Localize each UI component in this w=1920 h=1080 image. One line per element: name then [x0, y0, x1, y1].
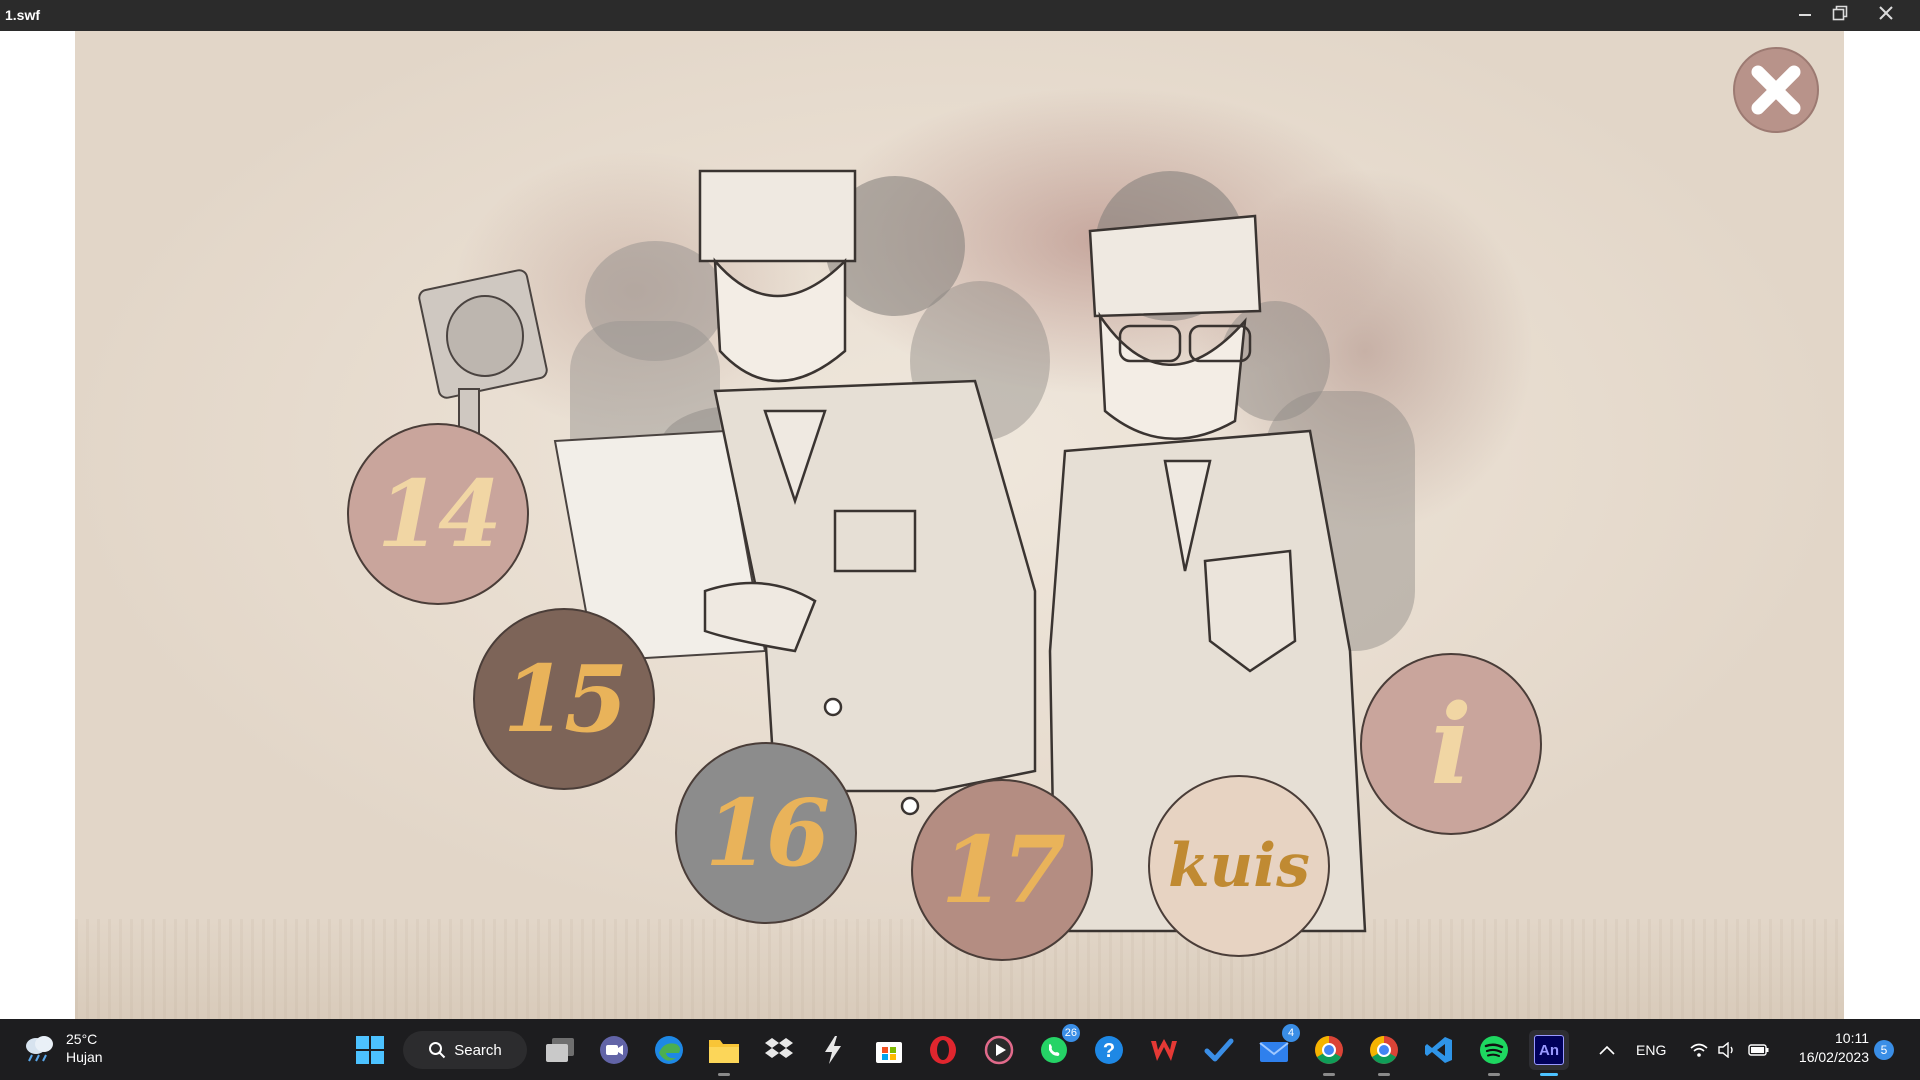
animate-button[interactable]: An: [1529, 1030, 1569, 1076]
wifi-icon: [1690, 1043, 1708, 1057]
spotify-icon: [1480, 1036, 1508, 1064]
wps-icon: [1151, 1039, 1177, 1061]
battery-icon: [1748, 1043, 1769, 1056]
active-indicator: [1540, 1073, 1558, 1076]
spotify-button[interactable]: [1474, 1030, 1514, 1076]
day-17-button[interactable]: 17: [911, 779, 1093, 961]
wps-button[interactable]: [1144, 1030, 1184, 1070]
help-icon: ?: [1095, 1036, 1123, 1064]
clock[interactable]: 10:11 16/02/2023: [1789, 1029, 1869, 1067]
todo-button[interactable]: [1199, 1030, 1239, 1070]
clock-date: 16/02/2023: [1798, 1049, 1869, 1065]
language-indicator[interactable]: ENG: [1636, 1019, 1666, 1080]
day-16-label: 16: [704, 779, 830, 887]
day-16-button[interactable]: 16: [675, 742, 857, 924]
mail-icon: [1259, 1042, 1289, 1062]
day-15-button[interactable]: 15: [473, 608, 655, 790]
help-button[interactable]: ?: [1089, 1030, 1129, 1070]
minimize-icon: [1799, 14, 1811, 16]
edge-icon: [655, 1036, 683, 1064]
start-button[interactable]: [350, 1030, 390, 1070]
info-label: i: [1430, 679, 1472, 809]
lightning-icon: [825, 1036, 841, 1064]
animate-icon: An: [1534, 1035, 1564, 1065]
microsoft-store-button[interactable]: [869, 1030, 909, 1070]
close-icon: [1879, 6, 1893, 20]
day-15-label: 15: [502, 645, 628, 753]
clock-time: 10:11: [1835, 1030, 1869, 1046]
quiz-label: kuis: [1168, 831, 1310, 901]
volume-status[interactable]: [1718, 1019, 1736, 1080]
quiz-button[interactable]: kuis: [1148, 775, 1330, 957]
mail-badge: 4: [1282, 1024, 1300, 1042]
file-explorer-button[interactable]: [704, 1030, 744, 1076]
minimize-button[interactable]: [1788, 0, 1822, 26]
day-14-button[interactable]: 14: [347, 423, 529, 605]
running-indicator: [1323, 1073, 1335, 1076]
window-title: 1.swf: [5, 7, 41, 23]
zoom-button[interactable]: [594, 1030, 634, 1070]
file-explorer-icon: [709, 1040, 739, 1063]
window-close-button[interactable]: [1869, 0, 1903, 26]
close-x-icon: [1751, 65, 1801, 115]
day-17-label: 17: [940, 816, 1066, 924]
chrome-profile-button[interactable]: [1364, 1030, 1404, 1076]
edge-button[interactable]: [649, 1030, 689, 1070]
start-icon: [356, 1036, 384, 1064]
vscode-button[interactable]: [1419, 1030, 1459, 1070]
weather-temp: 25°C: [66, 1031, 98, 1047]
notification-badge[interactable]: 5: [1874, 1040, 1894, 1060]
running-indicator: [1488, 1073, 1500, 1076]
volume-icon: [1718, 1041, 1733, 1058]
stage-close-button[interactable]: [1733, 47, 1819, 133]
media-player-button[interactable]: [979, 1030, 1019, 1070]
opera-button[interactable]: [923, 1030, 963, 1070]
task-view-button[interactable]: [540, 1030, 580, 1070]
dropbox-button[interactable]: [759, 1030, 799, 1070]
media-player-icon: [984, 1035, 1014, 1065]
task-view-icon: [546, 1038, 574, 1062]
title-bar: 1.swf: [0, 0, 1920, 31]
search-button[interactable]: Search: [403, 1031, 527, 1069]
wifi-status[interactable]: [1690, 1019, 1708, 1080]
chevron-up-icon: [1599, 1045, 1615, 1055]
info-button[interactable]: i: [1360, 653, 1542, 835]
weather-widget[interactable]: 25°C Hujan: [22, 1030, 103, 1066]
whatsapp-button[interactable]: 26: [1034, 1024, 1080, 1070]
chrome-button[interactable]: [1309, 1030, 1349, 1076]
battery-status[interactable]: [1748, 1019, 1770, 1080]
vscode-icon: [1425, 1037, 1452, 1063]
rain-cloud-icon: [26, 1036, 53, 1062]
microsoft-store-icon: [876, 1042, 902, 1063]
weather-condition: Hujan: [66, 1049, 103, 1065]
opera-icon: [930, 1036, 956, 1064]
restore-button[interactable]: [1823, 0, 1857, 26]
lightning-app-button[interactable]: [813, 1030, 853, 1070]
running-indicator: [718, 1073, 730, 1076]
chrome-profile-icon: [1370, 1036, 1398, 1064]
chrome-icon: [1315, 1036, 1343, 1064]
zoom-icon: [600, 1036, 628, 1064]
search-icon: [429, 1042, 446, 1059]
taskbar: 25°C Hujan Search 26 ? 4 An ENG 10:11 16…: [0, 1019, 1920, 1080]
tray-overflow-button[interactable]: [1598, 1019, 1616, 1080]
todo-icon: [1204, 1038, 1234, 1062]
dropbox-icon: [765, 1038, 793, 1058]
svg-text:?: ?: [1103, 1040, 1115, 1062]
restore-icon: [1832, 5, 1848, 21]
mail-button[interactable]: 4: [1254, 1024, 1300, 1070]
search-label: Search: [454, 1041, 502, 1059]
flash-stage: 14 15 16 17 kuis i: [75, 31, 1844, 1019]
running-indicator: [1378, 1073, 1390, 1076]
whatsapp-badge: 26: [1061, 1024, 1080, 1042]
day-14-label: 14: [376, 460, 502, 568]
